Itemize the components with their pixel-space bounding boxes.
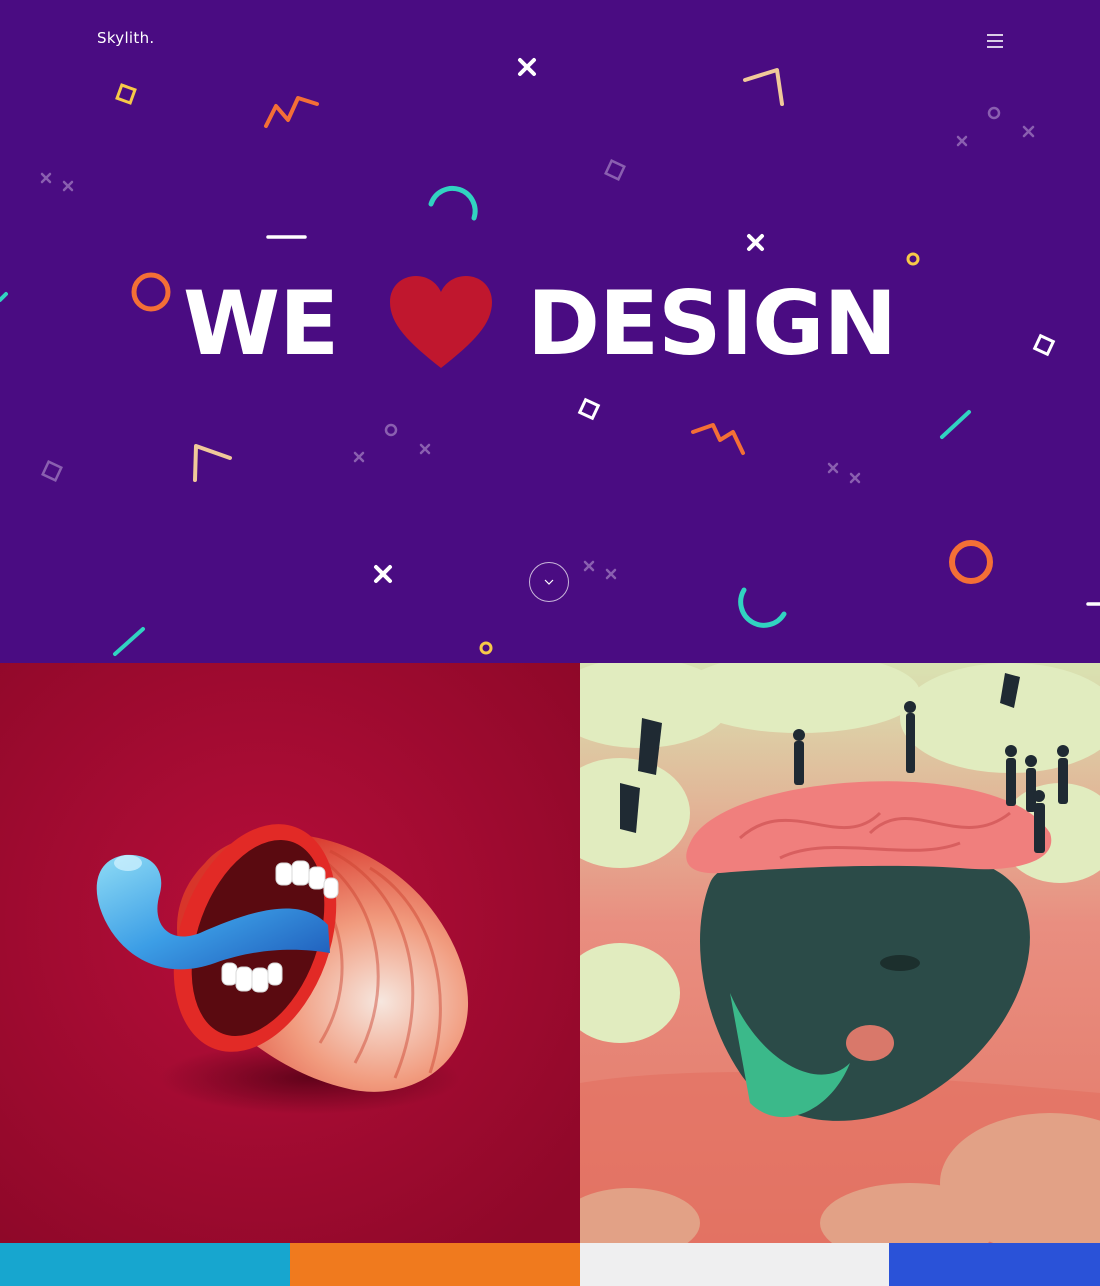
menu-button[interactable] (981, 28, 1009, 54)
hero-headline: WE DESIGN (0, 268, 1100, 378)
strip-tile-1[interactable] (0, 1243, 290, 1286)
logo[interactable]: Skylith. (97, 29, 154, 47)
headline-word-design: DESIGN (527, 272, 897, 375)
chevron-down-icon (544, 579, 554, 585)
portfolio-item-mouth[interactable] (0, 663, 580, 1243)
heart-icon (390, 276, 492, 368)
surreal-head-island-illustration (580, 663, 1100, 1243)
portfolio-item-head-island[interactable] (580, 663, 1100, 1243)
strip-tile-3[interactable] (580, 1243, 889, 1286)
hamburger-menu-icon (987, 34, 1003, 48)
scroll-down-button[interactable] (529, 562, 569, 602)
cartoon-mouth-tongue-illustration (0, 663, 580, 1243)
headline-word-we: WE (183, 272, 339, 375)
hero-section: Skylith. WE DESIGN (0, 0, 1100, 663)
strip-tile-4[interactable] (889, 1243, 1100, 1286)
strip-tile-2[interactable] (290, 1243, 580, 1286)
